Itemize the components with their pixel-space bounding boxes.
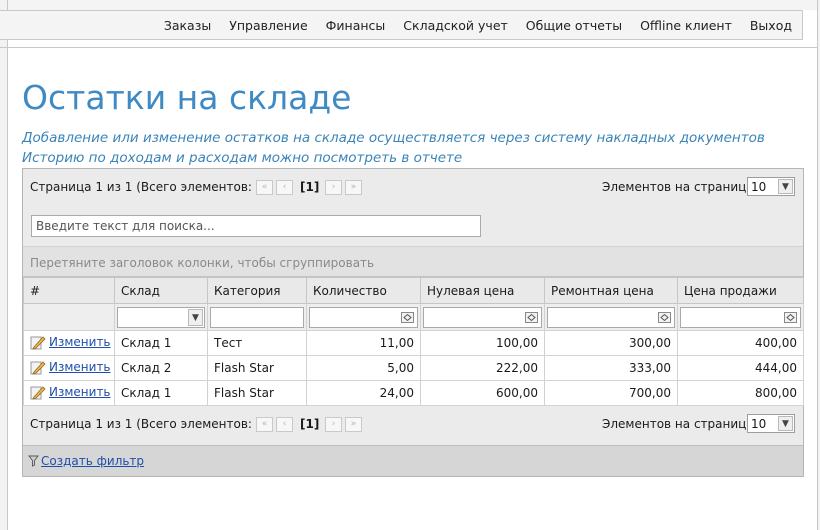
edit-pencil-icon: [30, 335, 46, 350]
next-page-button[interactable]: ›: [325, 180, 342, 195]
cell-sale-price: 400,00: [677, 330, 804, 356]
spin-icon: [784, 311, 797, 323]
filter-bar: Создать фильтр: [23, 445, 803, 476]
last-page-button[interactable]: »: [345, 417, 362, 432]
spin-icon: [401, 311, 414, 323]
current-page: [1]: [300, 417, 320, 431]
nav-finance[interactable]: Финансы: [326, 18, 386, 33]
top-navigation-bar: Заказы Управление Финансы Складской учет…: [0, 10, 803, 40]
cell-zero-price: 222,00: [420, 355, 545, 381]
nav-orders[interactable]: Заказы: [164, 18, 211, 33]
column-header-sale-price[interactable]: Цена продажи: [677, 277, 804, 304]
header-divider: [0, 47, 817, 48]
funnel-icon: [28, 455, 39, 467]
items-per-page-value: 10: [751, 180, 767, 194]
last-page-button[interactable]: »: [345, 180, 362, 195]
search-input[interactable]: [31, 215, 481, 237]
first-page-button[interactable]: «: [256, 180, 273, 195]
row-action-cell: Изменить: [23, 330, 115, 356]
items-per-page-label: Элементов на странице:: [602, 417, 758, 431]
pager-info: Страница 1 из 1 (Всего элементов: 3): [30, 180, 269, 194]
cell-sale-price: 444,00: [677, 355, 804, 381]
cell-warehouse: Склад 1: [114, 330, 208, 356]
quantity-filter-input[interactable]: [309, 306, 418, 328]
filter-cell-empty: [23, 303, 115, 331]
row-action-cell: Изменить: [23, 355, 115, 381]
cell-category: Flash Star: [207, 355, 307, 381]
cell-quantity: 11,00: [306, 330, 421, 356]
nav-warehouse[interactable]: Складской учет: [403, 18, 508, 33]
cell-zero-price: 100,00: [420, 330, 545, 356]
row-action-cell: Изменить: [23, 380, 115, 406]
cell-repair-price: 300,00: [544, 330, 678, 356]
repair-price-filter-input[interactable]: [547, 306, 675, 328]
edit-link[interactable]: Изменить: [30, 359, 111, 375]
current-page: [1]: [300, 180, 320, 194]
pager-info: Страница 1 из 1 (Всего элементов: 3): [30, 417, 269, 431]
prev-page-button[interactable]: ‹: [276, 417, 293, 432]
edit-link[interactable]: Изменить: [30, 384, 111, 400]
items-per-page-label: Элементов на странице:: [602, 180, 758, 194]
window-top-strip: [0, 0, 820, 10]
sale-price-filter-input[interactable]: [680, 306, 801, 328]
table-row: Изменить Склад 2 Flash Star 5,00 222,00 …: [23, 355, 804, 381]
group-hint: Перетяните заголовок колонки, чтобы сгру…: [30, 256, 375, 270]
column-header-zero-price[interactable]: Нулевая цена: [420, 277, 545, 304]
cell-repair-price: 333,00: [544, 355, 678, 381]
items-per-page-select[interactable]: 10 ▼: [747, 414, 795, 433]
stock-table: # Склад Категория Количество Нулевая цен…: [23, 277, 804, 406]
warehouse-filter-select[interactable]: ▼: [117, 306, 205, 328]
filter-row: ▼: [23, 303, 804, 331]
spin-icon: [658, 311, 671, 323]
chevron-down-icon: ▼: [188, 308, 203, 326]
items-per-page-select[interactable]: 10 ▼: [747, 177, 795, 196]
chevron-down-icon: ▼: [778, 416, 793, 431]
edit-pencil-icon: [30, 385, 46, 400]
next-page-button[interactable]: ›: [325, 417, 342, 432]
chevron-down-icon: ▼: [778, 179, 793, 194]
cell-quantity: 5,00: [306, 355, 421, 381]
cell-zero-price: 600,00: [420, 380, 545, 406]
items-per-page-value: 10: [751, 417, 767, 431]
prev-page-button[interactable]: ‹: [276, 180, 293, 195]
nav-management[interactable]: Управление: [229, 18, 307, 33]
page-title: Остатки на складе: [22, 78, 352, 117]
cell-quantity: 24,00: [306, 380, 421, 406]
cell-warehouse: Склад 2: [114, 355, 208, 381]
window-left-border: [0, 0, 8, 530]
nav-logout[interactable]: Выход: [750, 18, 792, 33]
table-header-row: # Склад Категория Количество Нулевая цен…: [23, 277, 804, 304]
edit-pencil-icon: [30, 360, 46, 375]
cell-repair-price: 700,00: [544, 380, 678, 406]
column-header-category[interactable]: Категория: [207, 277, 307, 304]
column-header-repair-price[interactable]: Ремонтная цена: [544, 277, 678, 304]
column-header-number: #: [23, 277, 115, 304]
category-filter-input[interactable]: [210, 306, 304, 328]
cell-category: Тест: [207, 330, 307, 356]
column-header-warehouse[interactable]: Склад: [114, 277, 208, 304]
table-row: Изменить Склад 1 Тест 11,00 100,00 300,0…: [23, 330, 804, 356]
column-header-quantity[interactable]: Количество: [306, 277, 421, 304]
spin-icon: [525, 311, 538, 323]
nav-reports[interactable]: Общие отчеты: [526, 18, 622, 33]
cell-sale-price: 800,00: [677, 380, 804, 406]
cell-warehouse: Склад 1: [114, 380, 208, 406]
create-filter-link[interactable]: Создать фильтр: [28, 454, 144, 468]
stock-grid: Страница 1 из 1 (Всего элементов: 3) « ‹…: [22, 168, 804, 477]
first-page-button[interactable]: «: [256, 417, 273, 432]
zero-price-filter-input[interactable]: [423, 306, 542, 328]
table-row: Изменить Склад 1 Flash Star 24,00 600,00…: [23, 380, 804, 406]
pager-top: Страница 1 из 1 (Всего элементов: 3) « ‹…: [23, 169, 803, 205]
pager-bottom: Страница 1 из 1 (Всего элементов: 3) « ‹…: [23, 406, 803, 442]
edit-link[interactable]: Изменить: [30, 334, 111, 350]
page-description: Добавление или изменение остатков на скл…: [22, 130, 765, 166]
group-panel[interactable]: Перетяните заголовок колонки, чтобы сгру…: [23, 246, 803, 277]
nav-offline-client[interactable]: Offline клиент: [640, 18, 732, 33]
cell-category: Flash Star: [207, 380, 307, 406]
